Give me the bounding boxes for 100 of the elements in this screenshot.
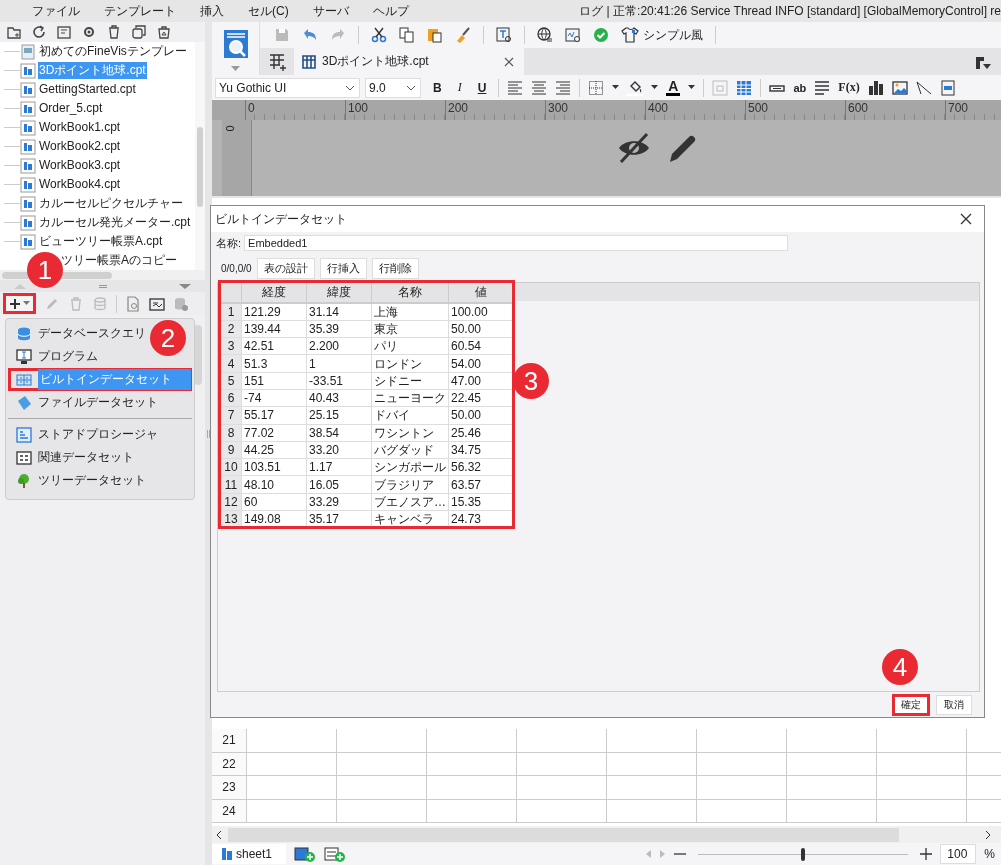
panel-menu-icon[interactable] [975, 56, 991, 70]
monitor-icon [16, 348, 32, 365]
caret-icon[interactable] [688, 85, 696, 90]
chart-preview-icon[interactable] [565, 27, 581, 43]
name-field[interactable]: Embedded1 [244, 235, 789, 251]
close-icon[interactable] [504, 56, 514, 67]
menu-item[interactable]: プログラム [8, 345, 101, 368]
merge-cells-icon[interactable] [712, 79, 729, 96]
menu-item[interactable]: 関連データセット [8, 446, 137, 469]
fill-bucket-icon[interactable] [627, 79, 644, 96]
window-icon[interactable] [56, 24, 72, 40]
chevron-left-icon[interactable] [216, 829, 222, 840]
scrollbar-thumb[interactable] [197, 127, 203, 207]
copy-icon[interactable] [131, 24, 147, 40]
recycle-bin-icon[interactable] [156, 24, 172, 40]
menu-item[interactable]: 挿入 [188, 2, 236, 20]
add-grid-icon[interactable] [268, 52, 288, 72]
file-item[interactable]: WorkBook1.cpt [38, 119, 122, 136]
column-header: 経度 [241, 281, 307, 303]
file-item[interactable]: WorkBook2.cpt [38, 138, 122, 155]
align-center-icon[interactable] [531, 79, 548, 96]
trash-icon[interactable] [106, 24, 122, 40]
text-search-icon[interactable] [496, 27, 512, 43]
menu-item[interactable]: サーバ [300, 2, 361, 20]
menu-item[interactable]: ファイルデータセット [8, 391, 161, 414]
confirm-button[interactable]: 確定 [892, 693, 930, 716]
list-icon [16, 426, 32, 443]
menu-item[interactable]: テンプレート [92, 2, 188, 20]
align-right-icon[interactable] [555, 79, 572, 96]
menu-item[interactable]: データベースクエリ [8, 322, 149, 345]
scrollbar-thumb[interactable] [228, 827, 899, 842]
dialog-title: ビルトインデータセット [215, 210, 347, 228]
file-item[interactable]: ビューツリー帳票A.cpt [38, 233, 164, 250]
italic-button[interactable]: I [453, 80, 466, 95]
file-item[interactable]: ツリー帳票Aのコピー [60, 252, 178, 269]
gear-file-icon[interactable] [81, 24, 97, 40]
add-dashboard-sheet-icon[interactable] [324, 846, 347, 862]
zoom-slider-thumb[interactable] [801, 847, 806, 861]
menu-item[interactable]: セル(C) [236, 2, 301, 20]
chevron-down-icon [406, 84, 416, 91]
add-report-sheet-icon[interactable] [294, 846, 317, 862]
scissors-icon[interactable] [371, 27, 387, 43]
record-counter: 0/0,0/0 [221, 262, 252, 274]
image-icon[interactable] [891, 79, 908, 96]
document-tab[interactable]: 3Dポイント地球.cpt [294, 48, 524, 75]
table-action-button[interactable]: 表の設計 [256, 257, 315, 279]
close-icon[interactable] [960, 213, 972, 225]
brush-icon[interactable] [455, 27, 471, 43]
menu-item[interactable]: ストアドプロシージャ [8, 423, 161, 446]
report-file-icon [20, 81, 36, 98]
report-file-icon [20, 195, 36, 212]
add-button[interactable] [3, 293, 36, 314]
border-icon[interactable] [588, 79, 605, 96]
underline-button[interactable]: U [473, 80, 491, 95]
image-edit-icon[interactable] [149, 295, 165, 312]
caret-icon [23, 301, 30, 306]
file-item[interactable]: GettingStarted.cpt [38, 81, 137, 98]
font-size-select[interactable]: 9.0 [365, 77, 421, 98]
row-header: 23 [212, 776, 247, 799]
check-icon[interactable] [593, 27, 609, 43]
file-item[interactable]: カルーセルピクセルチャー [38, 195, 184, 212]
refresh-icon[interactable] [31, 24, 47, 40]
report-file-icon [20, 62, 36, 79]
document-icon[interactable] [939, 79, 956, 96]
paste-icon[interactable] [427, 27, 443, 43]
font-select[interactable]: Yu Gothic UI [215, 77, 360, 98]
new-folder-icon[interactable] [6, 24, 22, 40]
report-file-icon [20, 119, 36, 136]
file-item[interactable]: Order_5.cpt [38, 100, 104, 117]
table-action-button[interactable]: 行挿入 [319, 257, 367, 279]
bar-chart-icon[interactable] [867, 79, 884, 96]
slash-icon[interactable] [915, 79, 932, 96]
table-icon[interactable] [736, 79, 753, 96]
zoom-field[interactable]: 100 [940, 844, 977, 864]
globe-icon[interactable] [537, 27, 553, 43]
copy-icon[interactable] [399, 27, 415, 43]
chevron-right-icon[interactable] [985, 829, 991, 840]
style-button[interactable]: シンプル風 [621, 26, 703, 44]
file-item[interactable]: カルーセル発光メーター.cpt [38, 214, 192, 231]
zoom-in-icon[interactable] [920, 848, 933, 860]
ruler-label: 0 [223, 124, 236, 132]
file-item[interactable]: WorkBook4.cpt [38, 176, 122, 193]
caret-icon[interactable] [651, 85, 659, 90]
bold-button[interactable]: B [429, 80, 446, 95]
paragraph-icon[interactable] [814, 79, 831, 96]
menu-item[interactable]: ファイル [20, 2, 92, 20]
align-left-icon[interactable] [507, 79, 524, 96]
file-item[interactable]: 初めてのFineVisテンプレー [38, 43, 188, 60]
report-file-icon [20, 176, 36, 193]
file-item[interactable]: WorkBook3.cpt [38, 157, 122, 174]
menu-item[interactable]: ツリーデータセット [8, 469, 149, 492]
sheet-tab[interactable]: sheet1 [212, 844, 287, 864]
caret-icon[interactable] [612, 85, 620, 90]
text-tool-button[interactable]: ab [793, 81, 807, 94]
table-action-button[interactable]: 行削除 [371, 257, 419, 279]
cancel-button[interactable]: 取消 [936, 694, 972, 715]
font-color-button[interactable]: A [666, 79, 681, 96]
report-file-icon [20, 214, 36, 231]
formula-button[interactable]: F(x) [838, 80, 860, 95]
menu-item[interactable]: ヘルプ [360, 2, 421, 20]
